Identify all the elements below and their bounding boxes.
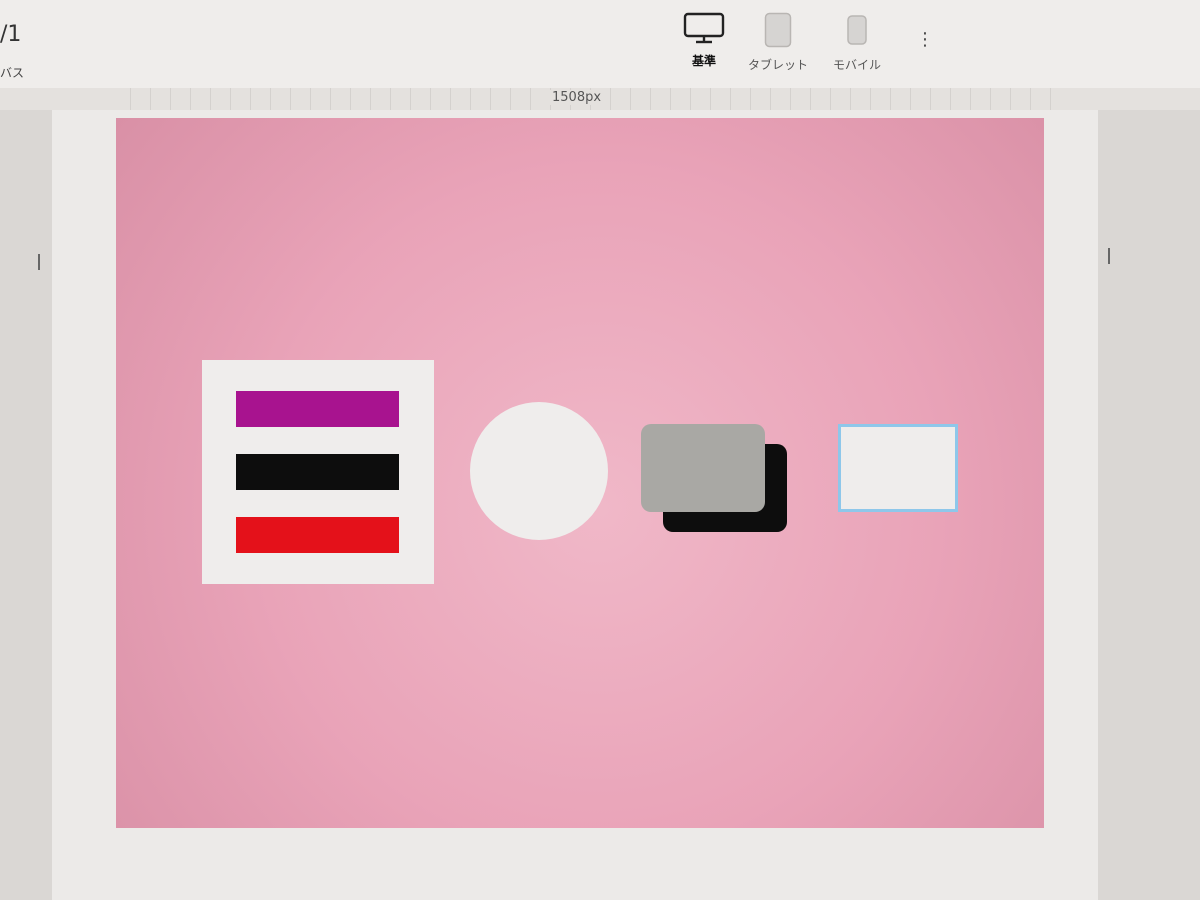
tablet-icon [764, 12, 792, 48]
more-options-icon[interactable]: ⋮ [916, 28, 934, 52]
right-resize-handle[interactable] [1108, 248, 1110, 264]
page-counter: /1 [0, 22, 22, 47]
device-base-label: 基準 [691, 54, 716, 68]
black-bar[interactable] [236, 454, 399, 490]
menu-card-element[interactable] [202, 360, 434, 584]
device-tablet-button[interactable]: タブレット [748, 12, 808, 73]
editor-window: /1 バス 基準 タブレット モバイル ⋮ 1508px [0, 0, 1200, 900]
device-tablet-label: タブレット [748, 58, 809, 72]
canvas-width-readout: 1508px [548, 90, 606, 105]
left-gutter [0, 110, 52, 900]
width-ruler: 1508px [0, 88, 1200, 110]
device-mobile-label: モバイル [833, 58, 882, 72]
mobile-icon [847, 15, 867, 45]
red-bar[interactable] [236, 517, 399, 553]
canvas-label: バス [0, 66, 25, 80]
gray-rectangle-element[interactable] [641, 424, 765, 512]
left-resize-handle[interactable] [38, 254, 40, 270]
right-gutter [1098, 110, 1200, 900]
top-toolbar: /1 バス 基準 タブレット モバイル ⋮ [0, 0, 1200, 89]
device-base-button[interactable]: 基準 [683, 12, 725, 69]
outlined-box-element[interactable] [838, 424, 958, 512]
circle-element[interactable] [470, 402, 608, 540]
device-mobile-button[interactable]: モバイル [833, 12, 881, 73]
purple-bar[interactable] [236, 391, 399, 427]
monitor-icon [683, 12, 725, 44]
